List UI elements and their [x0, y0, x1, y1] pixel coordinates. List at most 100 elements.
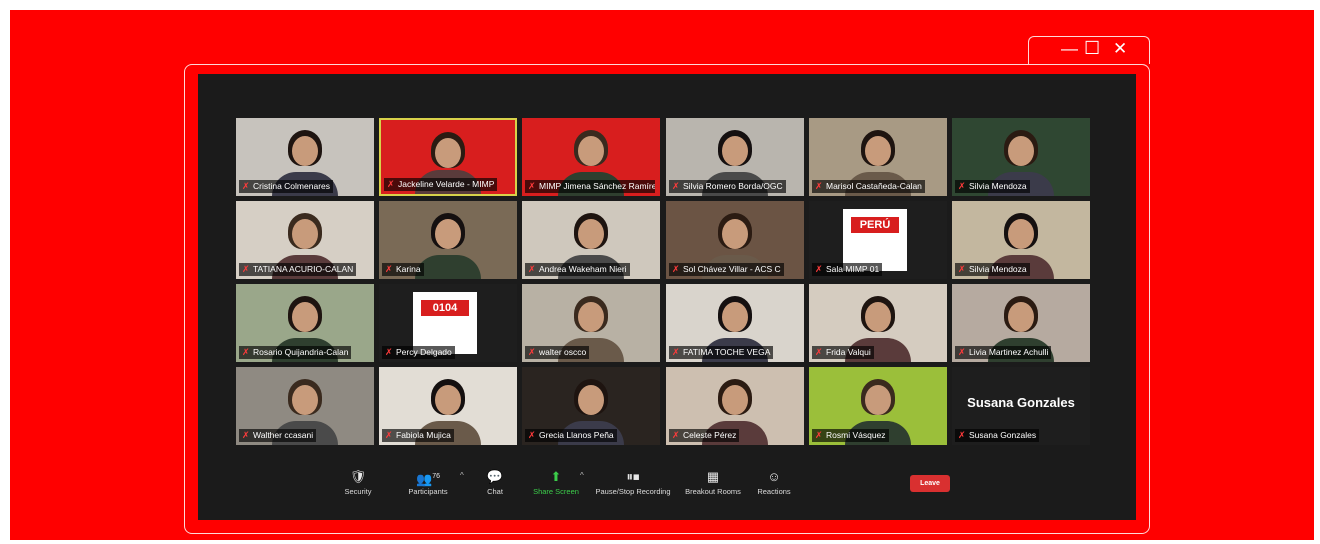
participant-tile[interactable]: ✗ Cristina Colmenares	[236, 118, 374, 196]
breakout-rooms-button[interactable]: ▦ Breakout Rooms	[682, 468, 744, 508]
participant-name: ✗ Walther ccasani	[239, 429, 317, 442]
leave-button[interactable]: Leave	[910, 475, 950, 492]
share-caret-icon[interactable]: ^	[580, 471, 584, 480]
recording-button[interactable]: ⏸⏹ Pause/Stop Recording	[592, 468, 674, 508]
participants-button[interactable]: 👥76 Participants	[400, 468, 456, 508]
person-face	[578, 385, 604, 415]
mic-muted-icon: ✗	[958, 347, 966, 357]
reactions-button[interactable]: ☺ Reactions	[752, 468, 796, 508]
mic-muted-icon: ✗	[958, 181, 966, 191]
person-face	[1008, 136, 1034, 166]
participant-tile[interactable]: ✗ Silvia Romero Borda/OGC	[666, 118, 804, 196]
person-face	[578, 136, 604, 166]
chat-button[interactable]: 💬 Chat	[478, 468, 512, 508]
organization-logo: PERÚ	[843, 209, 907, 271]
maximize-button[interactable]: ☐	[1084, 38, 1100, 58]
chat-bubble-icon: 💬	[486, 469, 504, 484]
participant-name-text: Marisol Castañeda-Calan	[826, 181, 922, 191]
participant-tile[interactable]: ✗ Karina	[379, 201, 517, 279]
mic-muted-icon: ✗	[958, 430, 966, 440]
mic-muted-icon: ✗	[672, 347, 680, 357]
participant-name-text: Frida Valqui	[826, 347, 871, 357]
participant-tile[interactable]: ✗ FATIMA TOCHE VEGA	[666, 284, 804, 362]
mic-muted-icon: ✗	[815, 347, 823, 357]
mic-muted-icon: ✗	[385, 347, 393, 357]
participant-name-text: Rosmi Vásquez	[826, 430, 886, 440]
meeting-toolbar: 🛡 Security 👥76 Participants ^ 💬 Chat ⬆ S…	[338, 468, 1098, 508]
person-face	[722, 385, 748, 415]
participant-tile[interactable]: ✗ Livia Martinez Achulli	[952, 284, 1090, 362]
participant-tile[interactable]: ✗ Silvia Mendoza	[952, 201, 1090, 279]
mic-muted-icon: ✗	[815, 430, 823, 440]
participant-name: ✗ TATIANA ACURIO-CALAN	[239, 263, 357, 276]
participant-name: ✗ Silvia Mendoza	[955, 180, 1030, 193]
participant-name-text: Andrea Wakeham Nieri	[539, 264, 627, 274]
participant-tile[interactable]: ✗ Fabiola Mujica	[379, 367, 517, 445]
person-face	[722, 219, 748, 249]
participant-tile[interactable]: ✗ Sol Chávez Villar - ACS C	[666, 201, 804, 279]
participant-tile[interactable]: PERÚ ✗ Sala MIMP 01	[809, 201, 947, 279]
participant-tile[interactable]: ✗ Andrea Wakeham Nieri	[522, 201, 660, 279]
person-face	[865, 385, 891, 415]
participant-tile[interactable]: ✗ Marisol Castañeda-Calan	[809, 118, 947, 196]
participant-tile[interactable]: ✗ Frida Valqui	[809, 284, 947, 362]
participant-tile[interactable]: Susana Gonzales ✗ Susana Gonzales	[952, 367, 1090, 445]
participant-name-text: Karina	[396, 264, 421, 274]
participant-name-text: TATIANA ACURIO-CALAN	[253, 264, 354, 274]
meeting-window: ✗ Cristina Colmenares ✗ Jackeline Velarde -…	[198, 74, 1136, 520]
person-face	[865, 136, 891, 166]
participant-name: ✗ MIMP Jimena Sánchez Ramírez	[525, 180, 655, 193]
participant-name: ✗ Rosario Quijandria-Calan	[239, 346, 352, 359]
participant-tile[interactable]: ✗ Celeste Pérez	[666, 367, 804, 445]
mic-muted-icon: ✗	[958, 264, 966, 274]
participant-name-text: Jackeline Velarde - MIMP	[398, 179, 495, 189]
participant-name-text: MIMP Jimena Sánchez Ramírez	[539, 181, 655, 191]
participant-tile[interactable]: ✗ Grecia Llanos Peña	[522, 367, 660, 445]
shield-icon: 🛡	[349, 469, 367, 484]
participant-name: ✗ Celeste Pérez	[669, 429, 740, 442]
mic-muted-icon: ✗	[672, 430, 680, 440]
participant-name: ✗ Silvia Romero Borda/OGC	[669, 180, 786, 193]
participant-tile[interactable]: ✗ Rosario Quijandria-Calan	[236, 284, 374, 362]
mic-muted-icon: ✗	[242, 347, 250, 357]
participant-tile[interactable]: ✗ Jackeline Velarde - MIMP	[379, 118, 517, 196]
participant-tile[interactable]: ✗ Silvia Mendoza	[952, 118, 1090, 196]
participant-tile[interactable]: 0104 ✗ Percy Delgado	[379, 284, 517, 362]
participant-name-text: Fabiola Mujica	[396, 430, 451, 440]
participant-display-name: Susana Gonzales	[967, 395, 1075, 410]
person-face	[1008, 302, 1034, 332]
share-screen-button[interactable]: ⬆ Share Screen	[530, 468, 582, 508]
person-face	[865, 302, 891, 332]
participant-name: ✗ Rosmi Vásquez	[812, 429, 889, 442]
mic-muted-icon: ✗	[242, 430, 250, 440]
mic-muted-icon: ✗	[528, 264, 536, 274]
security-button[interactable]: 🛡 Security	[338, 468, 378, 508]
person-face	[578, 302, 604, 332]
participant-tile[interactable]: ✗ TATIANA ACURIO-CALAN	[236, 201, 374, 279]
participant-tile[interactable]: ✗ Rosmi Vásquez	[809, 367, 947, 445]
participant-tile[interactable]: ✗ walter oscco	[522, 284, 660, 362]
participant-name: ✗ Sala MIMP 01	[812, 263, 883, 276]
mic-muted-icon: ✗	[242, 181, 250, 191]
participant-name-text: Sol Chávez Villar - ACS C	[683, 264, 781, 274]
participant-name-text: Walther ccasani	[253, 430, 314, 440]
close-button[interactable]: ✕	[1113, 39, 1127, 59]
participant-name-text: Grecia Llanos Peña	[539, 430, 614, 440]
participant-name: ✗ Grecia Llanos Peña	[525, 429, 617, 442]
person-face	[435, 385, 461, 415]
participant-name: ✗ Andrea Wakeham Nieri	[525, 263, 630, 276]
participant-name-text: Susana Gonzales	[969, 430, 1037, 440]
participant-tile[interactable]: ✗ Walther ccasani	[236, 367, 374, 445]
participant-name: ✗ Livia Martinez Achulli	[955, 346, 1052, 359]
organization-logo: 0104	[413, 292, 477, 354]
participant-name: ✗ Jackeline Velarde - MIMP	[384, 178, 498, 191]
participants-caret-icon[interactable]: ^	[460, 471, 464, 480]
gallery-grid: ✗ Cristina Colmenares ✗ Jackeline Velarde -…	[236, 118, 1090, 448]
participant-name: ✗ Karina	[382, 263, 424, 276]
person-face	[722, 302, 748, 332]
minimize-button[interactable]: —	[1061, 39, 1078, 59]
participant-tile[interactable]: ✗ MIMP Jimena Sánchez Ramírez	[522, 118, 660, 196]
participant-name-text: Celeste Pérez	[683, 430, 737, 440]
participant-name: ✗ Fabiola Mujica	[382, 429, 454, 442]
grid-icon: ▦	[706, 469, 720, 484]
